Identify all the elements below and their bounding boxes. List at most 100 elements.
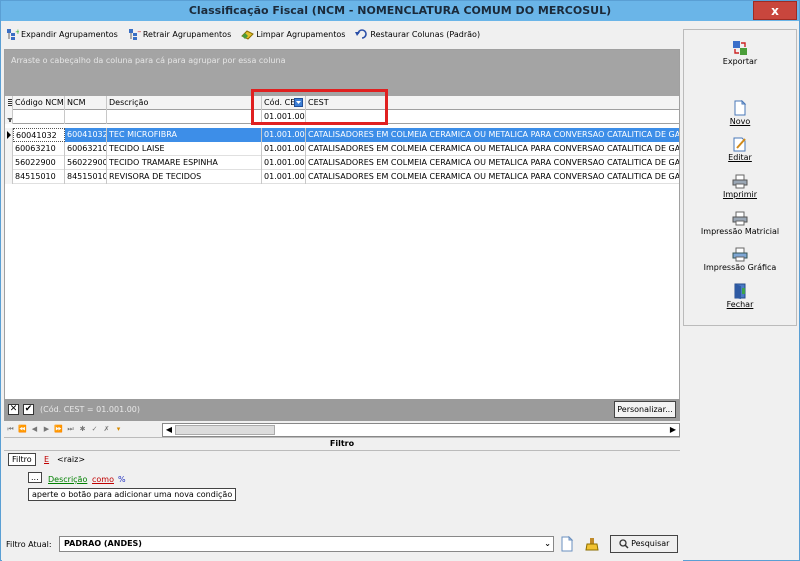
current-row-indicator-icon [5, 128, 13, 142]
column-header-ncm[interactable]: NCM [65, 96, 107, 110]
printer-icon [732, 173, 748, 189]
cell-ncm[interactable]: 84515010 [65, 170, 107, 184]
table-row[interactable]: 60041032 60041032 TEC MICROFIBRA 01.001.… [5, 128, 679, 142]
clear-groupings-button[interactable]: Limpar Agrupamentos [241, 28, 345, 40]
close-action-button[interactable]: Fechar [684, 283, 796, 309]
matrix-print-label: Impressão Matricial [700, 227, 780, 236]
magnifier-icon [618, 538, 629, 549]
nav-cancel-icon[interactable]: ✗ [102, 425, 111, 434]
cell-ncm[interactable]: 60063210 [65, 142, 107, 156]
nav-post-icon[interactable]: ✓ [90, 425, 99, 434]
graphic-print-button[interactable]: Impressão Gráfica [684, 246, 796, 272]
cell-descricao[interactable]: TECIDO LAISE [107, 142, 262, 156]
clear-groupings-label: Limpar Agrupamentos [256, 29, 346, 39]
nav-next-page-icon[interactable]: ⏩ [54, 425, 63, 434]
cell-descricao[interactable]: TEC MICROFIBRA [107, 128, 262, 142]
condition-operator-link[interactable]: como [92, 475, 114, 484]
column-chooser-icon[interactable] [5, 96, 13, 110]
scroll-left-arrow-icon[interactable]: ◀ [164, 425, 174, 435]
nav-filter-icon[interactable]: ▾ [114, 425, 123, 434]
cell-codigo-ncm[interactable]: 84515010 [13, 170, 65, 184]
new-filter-document-icon[interactable] [560, 535, 574, 552]
cell-cest[interactable]: CATALISADORES EM COLMEIA CERAMICA OU MET… [306, 170, 679, 184]
filter-cell-codigo-ncm[interactable] [13, 110, 65, 124]
group-by-hint: Arraste o cabeçalho da coluna para cá pa… [11, 56, 286, 65]
cell-cest[interactable]: CATALISADORES EM COLMEIA CERAMICA OU MET… [306, 156, 679, 170]
cell-ncm[interactable]: 56022900 [65, 156, 107, 170]
collapse-groupings-button[interactable]: − Retrair Agrupamentos [128, 28, 231, 40]
close-button[interactable]: x [753, 1, 797, 20]
cell-cest[interactable]: CATALISADORES EM COLMEIA CERAMICA OU MET… [306, 128, 679, 142]
filter-root-button[interactable]: Filtro [8, 453, 36, 466]
cell-descricao[interactable]: REVISORA DE TECIDOS [107, 170, 262, 184]
title-bar: Classificação Fiscal (NCM - NOMENCLATURA… [1, 1, 799, 21]
condition-value-link[interactable]: % [118, 475, 126, 484]
undo-arrow-icon [355, 28, 368, 40]
add-condition-tooltip: aperte o botão para adicionar uma nova c… [28, 488, 237, 501]
expand-groupings-button[interactable]: + Expandir Agrupamentos [6, 28, 118, 40]
edit-button[interactable]: Editar [684, 136, 796, 162]
current-filter-select[interactable]: PADRAO (ANDES) ⌄ [59, 536, 554, 552]
print-button[interactable]: Imprimir [684, 173, 796, 199]
nav-prev-page-icon[interactable]: ⏪ [18, 425, 27, 434]
cell-cod-cest[interactable]: 01.001.00 [262, 142, 306, 156]
nav-prev-icon[interactable]: ◀ [30, 425, 39, 434]
cell-codigo-ncm[interactable]: 60063210 [13, 142, 65, 156]
enable-filter-checkbox[interactable]: ✔ [23, 404, 34, 415]
column-header-codigo-ncm[interactable]: Código NCM [13, 96, 65, 110]
table-row[interactable]: 60063210 60063210 TECIDO LAISE 01.001.00… [5, 142, 679, 156]
cell-ncm[interactable]: 60041032 [65, 128, 107, 142]
cell-cod-cest[interactable]: 01.001.00 [262, 170, 306, 184]
filter-operator-link[interactable]: E [44, 455, 49, 464]
new-button[interactable]: Novo [684, 99, 796, 126]
condition-field-link[interactable]: Descrição [48, 475, 87, 484]
nav-first-icon[interactable]: ⏮ [6, 425, 15, 434]
printer-icon [732, 246, 748, 262]
window-title: Classificação Fiscal (NCM - NOMENCLATURA… [188, 4, 612, 17]
collapse-tree-icon: − [128, 28, 143, 40]
left-pane: + Expandir Agrupamentos − Retrair Agrupa… [2, 21, 683, 561]
matrix-print-button[interactable]: Impressão Matricial [684, 210, 796, 236]
filter-builder-panel: Filtro Filtro E <raiz> ... Descrição com… [4, 437, 680, 525]
record-navigator: ⏮ ⏪ ◀ ▶ ⏩ ⏭ ✱ ✓ ✗ ▾ ◀ ▶ [4, 423, 680, 437]
cell-descricao[interactable]: TECIDO TRAMARE ESPINHA [107, 156, 262, 170]
navigator-horizontal-scrollbar[interactable]: ◀ ▶ [162, 423, 680, 437]
row-indicator [5, 142, 13, 156]
column-header-descricao[interactable]: Descrição [107, 96, 262, 110]
graphic-print-label: Impressão Gráfica [703, 263, 777, 272]
cell-cod-cest[interactable]: 01.001.00 [262, 156, 306, 170]
scroll-thumb[interactable] [175, 425, 275, 435]
export-button[interactable]: Exportar [684, 40, 796, 66]
filter-cell-ncm[interactable] [65, 110, 107, 124]
nav-insert-icon[interactable]: ✱ [78, 425, 87, 434]
table-row[interactable]: 56022900 56022900 TECIDO TRAMARE ESPINHA… [5, 156, 679, 170]
clear-filter-brush-icon[interactable] [584, 536, 600, 552]
svg-text:−: − [137, 28, 141, 36]
cell-codigo-ncm[interactable]: 60041032 [13, 128, 65, 142]
restore-columns-button[interactable]: Restaurar Colunas (Padrão) [355, 28, 480, 40]
cell-cest[interactable]: CATALISADORES EM COLMEIA CERAMICA OU MET… [306, 142, 679, 156]
cell-cod-cest[interactable]: 01.001.00 [262, 128, 306, 142]
nav-next-icon[interactable]: ▶ [42, 425, 51, 434]
door-exit-icon [732, 283, 748, 299]
filter-cell-descricao[interactable] [107, 110, 262, 124]
current-filter-value: PADRAO (ANDES) [64, 539, 142, 548]
cell-codigo-ncm[interactable]: 56022900 [13, 156, 65, 170]
expand-groupings-label: Expandir Agrupamentos [21, 29, 118, 39]
expand-tree-icon: + [6, 28, 21, 40]
grouping-toolbar: + Expandir Agrupamentos − Retrair Agrupa… [6, 25, 480, 43]
chevron-down-icon[interactable]: ⌄ [544, 537, 551, 551]
main-window: Classificação Fiscal (NCM - NOMENCLATURA… [0, 0, 800, 561]
nav-last-icon[interactable]: ⏭ [66, 425, 75, 434]
search-button[interactable]: Pesquisar [610, 535, 678, 553]
customize-filter-button[interactable]: Personalizar... [614, 401, 676, 418]
clear-filter-button[interactable]: ✕ [8, 404, 19, 415]
annotation-highlight-box [251, 89, 388, 125]
scroll-right-arrow-icon[interactable]: ▶ [668, 425, 678, 435]
add-condition-button[interactable]: ... [28, 472, 42, 483]
export-label: Exportar [722, 57, 758, 66]
current-filter-bar: Filtro Atual: PADRAO (ANDES) ⌄ Pesquisar [4, 533, 680, 557]
table-row[interactable]: 84515010 84515010 REVISORA DE TECIDOS 01… [5, 170, 679, 184]
filter-panel-title: Filtro [4, 439, 680, 451]
filter-row-funnel-icon [5, 110, 13, 124]
